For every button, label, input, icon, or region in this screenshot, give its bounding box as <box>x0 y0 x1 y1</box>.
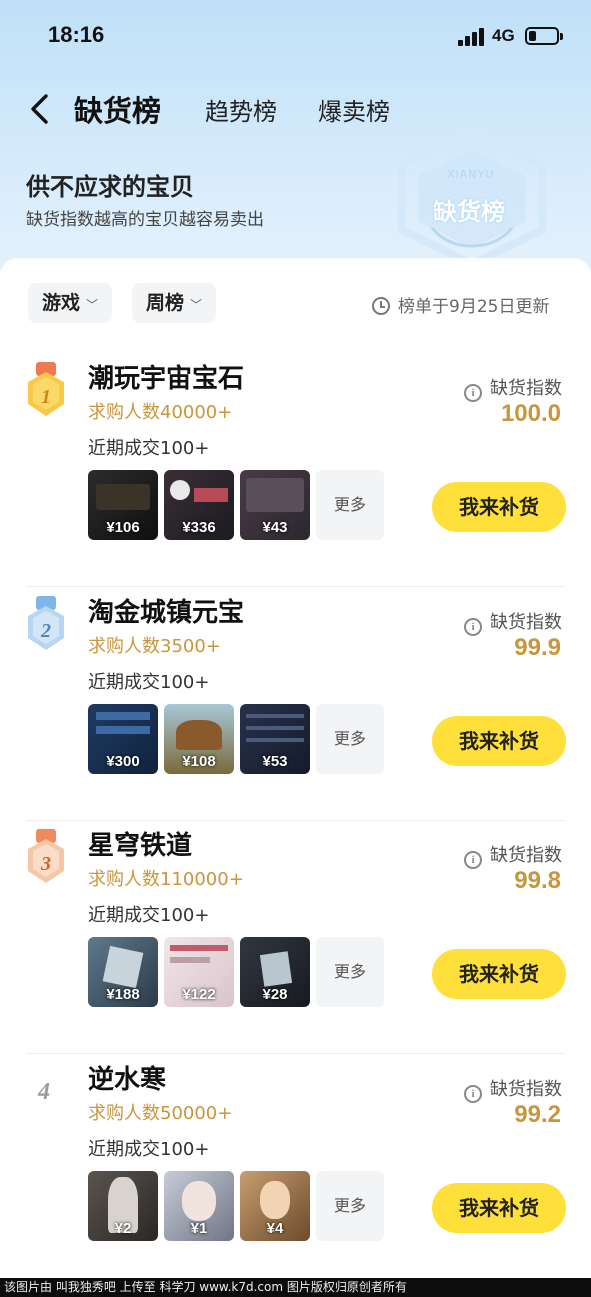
buyer-count: 求购人数50000+ <box>88 1103 233 1124</box>
more-button[interactable]: 更多 <box>316 937 384 1007</box>
network-type: 4G <box>492 26 515 45</box>
ranking-row[interactable]: 2 淘金城镇元宝 求购人数3500+ 近期成交100+ i 缺货指数 99.9 ¥… <box>0 588 591 821</box>
restock-button[interactable]: 我来补货 <box>432 482 566 532</box>
buyer-count: 求购人数40000+ <box>88 402 233 423</box>
shortage-index: 99.9 <box>514 634 561 661</box>
restock-button[interactable]: 我来补货 <box>432 1183 566 1233</box>
index-label: i 缺货指数 <box>464 374 562 402</box>
product-thumbnail[interactable]: ¥1 <box>164 1171 234 1241</box>
tab-trending[interactable]: 趋势榜 <box>205 92 277 127</box>
recent-deals: 近期成交100+ <box>88 1139 210 1160</box>
status-bar: 18:16 4G <box>0 0 591 76</box>
ranking-row[interactable]: 1 潮玩宇宙宝石 求购人数40000+ 近期成交100+ i 缺货指数 100.0… <box>0 354 591 587</box>
product-thumbnail[interactable]: ¥122 <box>164 937 234 1007</box>
back-arrow-icon[interactable] <box>26 92 56 126</box>
product-thumbnail[interactable]: ¥53 <box>240 704 310 774</box>
status-time: 18:16 <box>48 22 105 47</box>
item-name: 潮玩宇宙宝石 <box>88 364 245 394</box>
svg-text:1: 1 <box>41 386 51 408</box>
chevron-down-icon: ﹀ <box>190 298 203 312</box>
product-thumbnail[interactable]: ¥188 <box>88 937 158 1007</box>
period-filter[interactable]: 周榜 ﹀ <box>132 283 217 323</box>
category-filter[interactable]: 游戏 ﹀ <box>28 283 113 323</box>
shortage-index: 99.8 <box>514 867 561 894</box>
more-button[interactable]: 更多 <box>316 704 384 774</box>
ranking-row[interactable]: 4 逆水寒 求购人数50000+ 近期成交100+ i 缺货指数 99.2 ¥2 … <box>0 1055 591 1288</box>
product-thumbnail[interactable]: ¥108 <box>164 704 234 774</box>
page-description: 缺货指数越高的宝贝越容易卖出 <box>26 210 264 230</box>
product-thumbnail[interactable]: ¥106 <box>88 470 158 540</box>
watermark-bar: 该图片由 叫我独秀吧 上传至 科学刀 www.k7d.com 图片版权归原创者所… <box>0 1278 591 1297</box>
product-thumbnail[interactable]: ¥4 <box>240 1171 310 1241</box>
product-thumbnail[interactable]: ¥43 <box>240 470 310 540</box>
item-name: 淘金城镇元宝 <box>88 598 245 628</box>
item-name: 星穹铁道 <box>88 831 193 861</box>
restock-button[interactable]: 我来补货 <box>432 949 566 999</box>
buyer-count: 求购人数3500+ <box>88 636 221 657</box>
rank-number: 4 <box>38 1079 50 1105</box>
restock-button[interactable]: 我来补货 <box>432 716 566 766</box>
tab-shortage[interactable]: 缺货榜 <box>74 88 162 130</box>
badge-english-label: XIANYU <box>447 168 495 181</box>
product-thumbnail[interactable]: ¥336 <box>164 470 234 540</box>
tab-hot-selling[interactable]: 爆卖榜 <box>318 92 390 127</box>
ranking-row[interactable]: 3 星穹铁道 求购人数110000+ 近期成交100+ i 缺货指数 99.8 ¥… <box>0 821 591 1054</box>
index-label: i 缺货指数 <box>464 841 562 869</box>
update-time: 榜单于9月25日更新 <box>372 292 549 317</box>
clock-icon <box>372 297 390 315</box>
info-icon[interactable]: i <box>464 1085 482 1103</box>
page-subtitle: 供不应求的宝贝 <box>26 173 194 201</box>
shortage-index: 99.2 <box>514 1101 561 1128</box>
info-icon[interactable]: i <box>464 618 482 636</box>
product-thumbnail[interactable]: ¥28 <box>240 937 310 1007</box>
info-icon[interactable]: i <box>464 851 482 869</box>
buyer-count: 求购人数110000+ <box>88 869 244 890</box>
product-thumbnail[interactable]: ¥300 <box>88 704 158 774</box>
svg-text:2: 2 <box>40 620 51 642</box>
svg-text:3: 3 <box>40 853 51 875</box>
signal-icon <box>458 28 486 46</box>
more-button[interactable]: 更多 <box>316 1171 384 1241</box>
index-label: i 缺货指数 <box>464 1075 562 1103</box>
index-label: i 缺货指数 <box>464 608 562 636</box>
recent-deals: 近期成交100+ <box>88 672 210 693</box>
divider <box>26 1053 565 1054</box>
recent-deals: 近期成交100+ <box>88 905 210 926</box>
item-name: 逆水寒 <box>88 1065 167 1095</box>
badge-label: 缺货榜 <box>433 198 505 226</box>
bronze-medal-icon: 3 <box>28 829 64 883</box>
recent-deals: 近期成交100+ <box>88 438 210 459</box>
shortage-index: 100.0 <box>500 400 561 427</box>
silver-medal-icon: 2 <box>28 596 64 650</box>
divider <box>26 586 565 587</box>
product-thumbnail[interactable]: ¥2 <box>88 1171 158 1241</box>
battery-icon <box>525 27 563 45</box>
info-icon[interactable]: i <box>464 384 482 402</box>
gold-medal-icon: 1 <box>28 362 64 416</box>
more-button[interactable]: 更多 <box>316 470 384 540</box>
chevron-down-icon: ﹀ <box>86 298 99 312</box>
